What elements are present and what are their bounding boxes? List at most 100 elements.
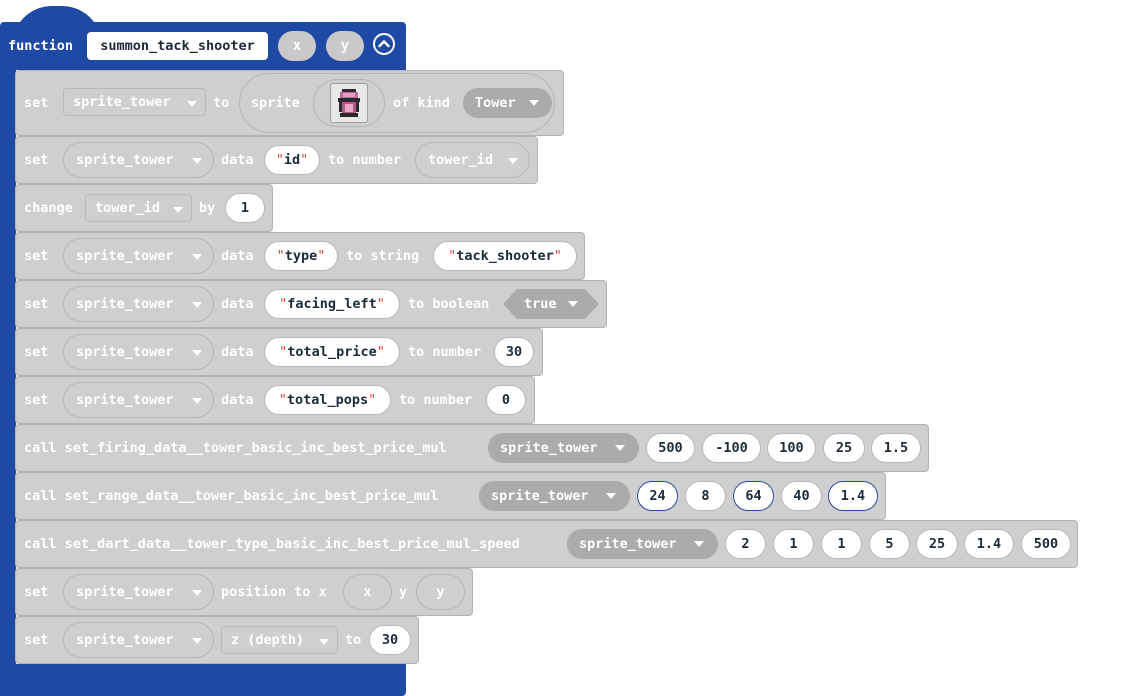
kind-dropdown[interactable]: Tower (463, 88, 552, 118)
keyword-set: set (24, 632, 49, 648)
number-input[interactable]: 8 (685, 481, 726, 511)
keyword-to-number: to number (408, 344, 482, 360)
keyword-of-kind: of kind (393, 95, 450, 111)
variable-dropdown[interactable]: sprite_tower (63, 622, 214, 658)
keyword-data: data (221, 344, 254, 360)
keyword-data: data (221, 152, 254, 168)
keyword-call: call set_firing_data__tower_basic_inc_be… (24, 440, 447, 456)
number-input[interactable]: 30 (369, 625, 411, 655)
param-x[interactable]: x (278, 31, 316, 61)
keyword-set: set (24, 248, 49, 264)
keyword-position-to-x: position to x (221, 584, 327, 600)
chevron-down-icon (192, 398, 202, 404)
string-input[interactable]: "type" (264, 241, 338, 271)
number-input[interactable]: 1 (225, 193, 265, 223)
chevron-down-icon (319, 639, 329, 645)
variable-dropdown[interactable]: sprite_tower (63, 334, 214, 370)
string-value: id (283, 152, 301, 168)
variable-label: sprite_tower (76, 296, 174, 312)
number-input[interactable]: 1 (773, 529, 814, 559)
variable-dropdown[interactable]: sprite_tower (63, 238, 214, 274)
number-input[interactable]: 500 (646, 433, 695, 463)
string-value: tack_shooter (456, 248, 554, 264)
number-input[interactable]: 30 (494, 337, 534, 367)
function-name-field[interactable]: summon_tack_shooter (87, 32, 268, 60)
keyword-data: data (221, 296, 254, 312)
function-block-footer (0, 664, 406, 696)
number-input[interactable]: 2 (725, 529, 766, 559)
number-input[interactable]: 1.4 (964, 529, 1014, 559)
number-input[interactable]: 1.4 (828, 481, 878, 511)
variable-dropdown[interactable]: tower_id (415, 142, 530, 178)
keyword-to: to (213, 95, 230, 111)
number-input[interactable]: 500 (1021, 529, 1071, 559)
number-input[interactable]: 64 (733, 481, 774, 511)
variable-label: sprite_tower (76, 152, 174, 168)
variable-label: tower_id (95, 200, 161, 216)
chevron-down-icon (529, 100, 539, 106)
boolean-dropdown[interactable]: true (503, 289, 599, 319)
boolean-label: true (524, 296, 557, 312)
number-input[interactable]: 0 (486, 385, 526, 415)
keyword-set: set (24, 344, 49, 360)
tack-shooter-sprite-icon (330, 83, 368, 123)
chevron-down-icon (508, 158, 518, 164)
chevron-down-icon (192, 638, 202, 644)
number-input[interactable]: -100 (702, 433, 761, 463)
param-y[interactable]: y (326, 31, 364, 61)
chevron-down-icon (606, 493, 616, 499)
variable-dropdown[interactable]: sprite_tower (63, 142, 214, 178)
number-input[interactable]: 1.5 (871, 433, 921, 463)
image-picker[interactable] (313, 79, 385, 127)
number-input[interactable]: 25 (823, 433, 865, 463)
chevron-down-icon (192, 158, 202, 164)
function-keyword: function (8, 38, 74, 54)
string-input[interactable]: "id" (264, 145, 320, 175)
param-reporter-x[interactable]: x (343, 574, 392, 610)
keyword-sprite: sprite (251, 95, 300, 111)
variable-label: sprite_tower (73, 94, 171, 110)
number-input[interactable]: 25 (916, 529, 958, 559)
chevron-up-circle-icon[interactable] (373, 33, 395, 55)
variable-label: sprite_tower (76, 344, 174, 360)
property-dropdown[interactable]: z (depth) (221, 626, 338, 654)
string-input[interactable]: "facing_left" (264, 289, 400, 319)
number-input[interactable]: 100 (767, 433, 816, 463)
string-value: type (284, 248, 318, 264)
keyword-data: data (221, 248, 254, 264)
variable-dropdown[interactable]: sprite_tower (567, 529, 718, 559)
string-value: facing_left (287, 296, 377, 312)
variable-label: sprite_tower (579, 536, 677, 552)
property-label: z (depth) (231, 632, 305, 648)
keyword-by: by (199, 200, 216, 216)
keyword-to: to (345, 632, 362, 648)
variable-dropdown[interactable]: sprite_tower (63, 574, 214, 610)
variable-dropdown[interactable]: sprite_tower (63, 88, 206, 116)
keyword-set: set (24, 152, 49, 168)
keyword-data: data (221, 392, 254, 408)
number-input[interactable]: 24 (637, 481, 678, 511)
keyword-set: set (24, 584, 49, 600)
variable-label: sprite_tower (76, 392, 174, 408)
variable-dropdown[interactable]: sprite_tower (488, 433, 639, 463)
chevron-down-icon (694, 541, 704, 547)
chevron-down-icon (192, 350, 202, 356)
variable-dropdown[interactable]: sprite_tower (479, 481, 630, 511)
function-block-body (0, 66, 16, 696)
string-input[interactable]: "total_pops" (264, 385, 391, 415)
variable-dropdown[interactable]: sprite_tower (63, 382, 214, 418)
variable-label: sprite_tower (76, 632, 174, 648)
keyword-call: call set_range_data__tower_basic_inc_bes… (24, 488, 439, 504)
number-input[interactable]: 5 (869, 529, 910, 559)
string-input[interactable]: "total_price" (264, 337, 400, 367)
chevron-down-icon (192, 590, 202, 596)
number-input[interactable]: 40 (781, 481, 822, 511)
string-input[interactable]: "tack_shooter" (433, 241, 577, 271)
string-value: total_price (287, 344, 377, 360)
variable-label: sprite_tower (76, 584, 174, 600)
keyword-set: set (24, 392, 49, 408)
param-reporter-y[interactable]: y (416, 574, 465, 610)
variable-dropdown[interactable]: tower_id (85, 194, 192, 222)
variable-dropdown[interactable]: sprite_tower (63, 286, 214, 322)
number-input[interactable]: 1 (821, 529, 862, 559)
